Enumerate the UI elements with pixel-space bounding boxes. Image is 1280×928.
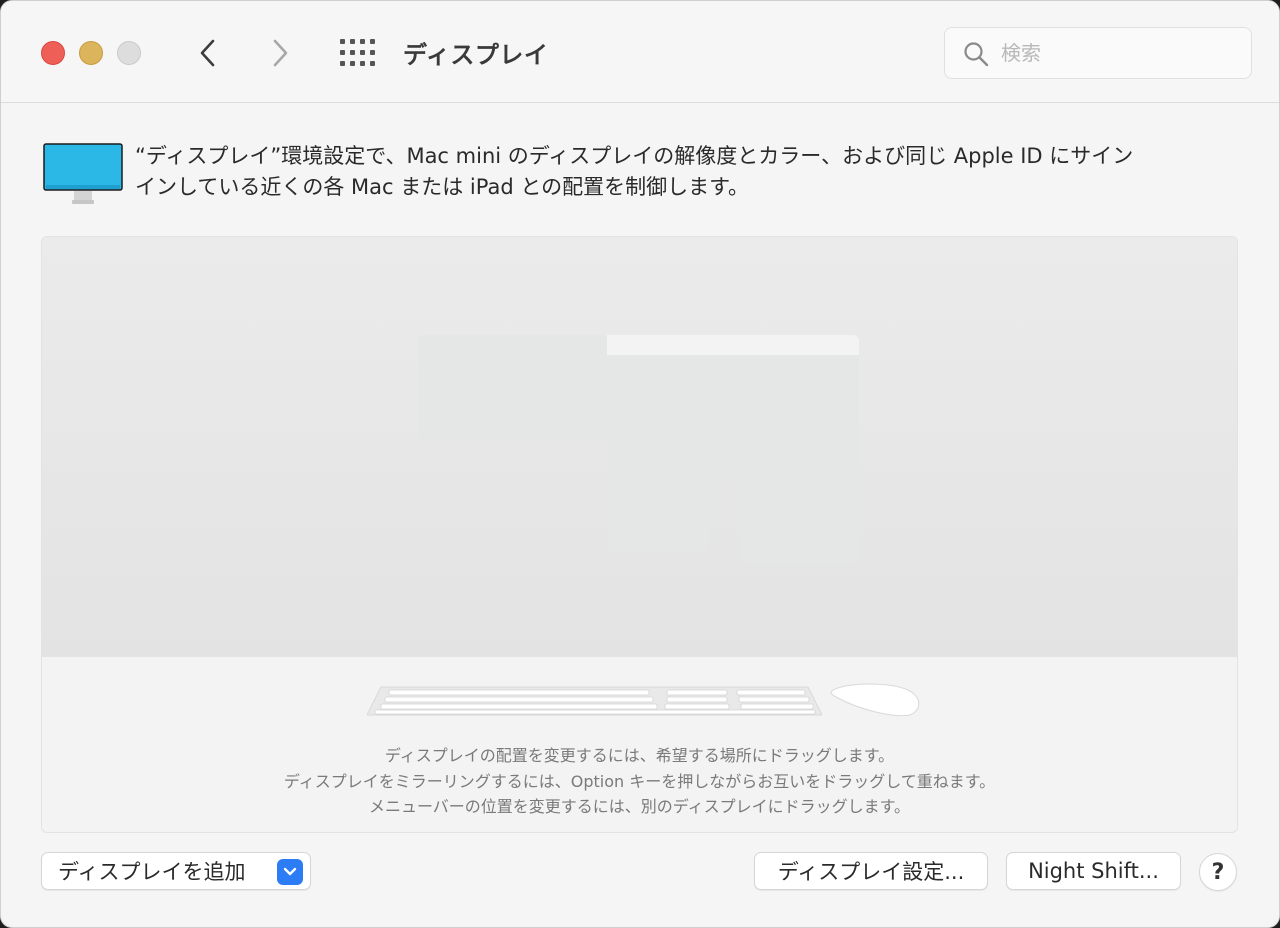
minimize-button[interactable] (79, 41, 103, 65)
search-icon (964, 42, 989, 67)
add-display-popup-button[interactable]: ディスプレイを追加 (41, 852, 311, 890)
title-bar: ディスプレイ (1, 1, 1279, 103)
zoom-button[interactable] (117, 41, 141, 65)
hint-mirror: ディスプレイをミラーリングするには、Option キーを押しながらお互いをドラッ… (283, 772, 996, 791)
back-button[interactable] (190, 35, 226, 71)
help-button[interactable]: ? (1199, 853, 1237, 891)
add-display-label: ディスプレイを追加 (58, 860, 246, 884)
hint-arrange: ディスプレイの配置を変更するには、希望する場所にドラッグします。 (384, 746, 895, 765)
search-field[interactable] (944, 27, 1252, 79)
display-settings-button[interactable]: ディスプレイ設定... (754, 852, 988, 890)
night-shift-button[interactable]: Night Shift... (1006, 852, 1181, 890)
display-thumbnail[interactable] (741, 475, 859, 563)
close-button[interactable] (41, 41, 65, 65)
chevron-left-icon (200, 39, 215, 67)
display-monitor-icon (43, 143, 123, 204)
window-title: ディスプレイ (403, 41, 549, 69)
show-all-button[interactable] (339, 37, 375, 69)
search-input[interactable] (1001, 38, 1241, 68)
preferences-window: ディスプレイ “ディスプレイ”環境設定で、Mac mini のディスプレイの解像… (0, 0, 1280, 928)
description-line-2: インしている近くの各 Mac または iPad との配置を制御します。 (135, 175, 750, 199)
display-thumbnail[interactable] (607, 355, 859, 475)
header-description: “ディスプレイ”環境設定で、Mac mini のディスプレイの解像度とカラー、お… (135, 141, 1235, 203)
hint-menubar: メニューバーの位置を変更するには、別のディスプレイにドラッグします。 (368, 797, 911, 816)
description-line-1: “ディスプレイ”環境設定で、Mac mini のディスプレイの解像度とカラー、お… (135, 144, 1134, 168)
menu-bar-indicator[interactable] (607, 335, 859, 355)
chevron-right-icon (273, 39, 288, 67)
display-thumbnail[interactable] (607, 475, 709, 551)
grid-icon (340, 39, 375, 66)
mouse-icon (830, 683, 920, 717)
keyboard-icon (367, 686, 822, 716)
chevron-down-icon (277, 859, 303, 885)
display-arrangement-area[interactable]: ディスプレイの配置を変更するには、希望する場所にドラッグします。 ディスプレイを… (41, 236, 1238, 833)
display-thumbnail[interactable] (418, 335, 608, 441)
forward-button[interactable] (262, 35, 298, 71)
